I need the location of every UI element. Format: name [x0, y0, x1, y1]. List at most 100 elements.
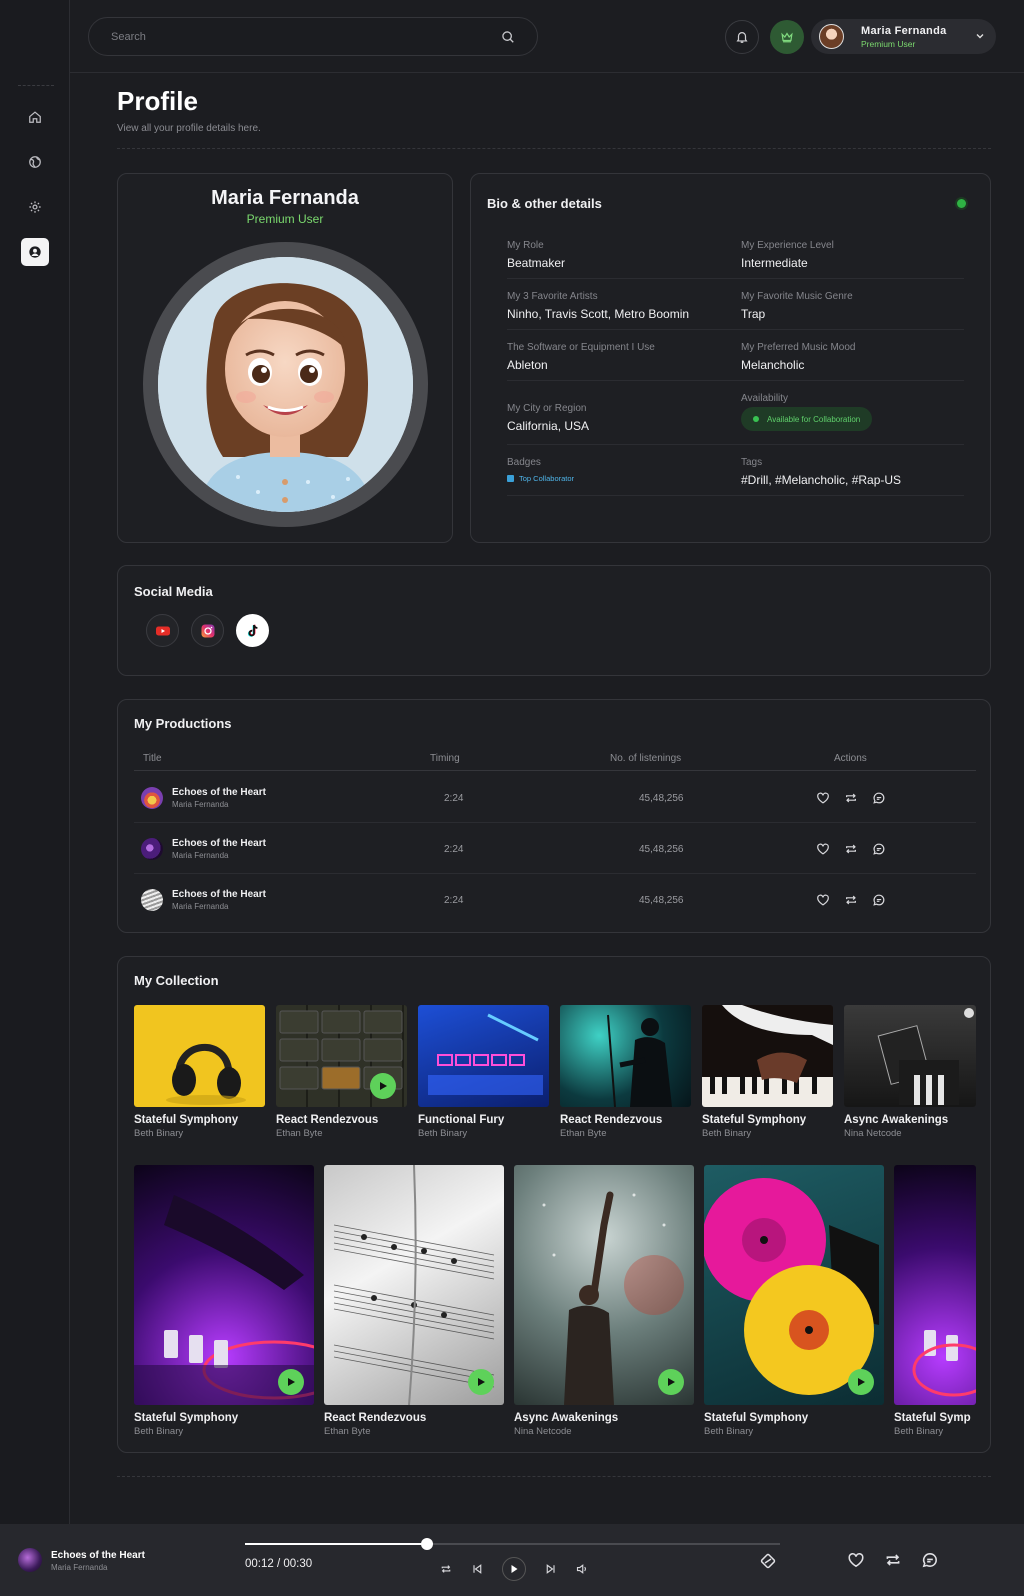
instagram-button[interactable]	[191, 614, 224, 647]
table-row[interactable]: Echoes of the Heart Maria Fernanda 2:24 …	[134, 823, 976, 874]
page-subtitle: View all your profile details here.	[117, 123, 261, 134]
volume-icon[interactable]	[576, 1563, 588, 1575]
track-title[interactable]: Echoes of the Heart	[172, 838, 266, 849]
play-button[interactable]	[370, 1073, 396, 1099]
tile-title: Functional Fury	[418, 1114, 505, 1126]
repeat-icon[interactable]	[884, 1551, 902, 1569]
youtube-button[interactable]	[146, 614, 179, 647]
sidebar	[0, 0, 70, 1524]
play-icon	[511, 1565, 518, 1573]
status-dot	[957, 199, 966, 208]
table-row[interactable]: Echoes of the Heart Maria Fernanda 2:24 …	[134, 874, 976, 925]
youtube-icon	[155, 626, 170, 635]
sidebar-item-home[interactable]	[21, 103, 49, 131]
bio-value: Trap	[741, 307, 766, 321]
search-input[interactable]	[111, 18, 491, 55]
play-icon	[858, 1378, 865, 1386]
bio-genre: My Favorite Music Genre Trap	[741, 291, 853, 321]
comment-icon[interactable]	[921, 1551, 939, 1569]
avatar-illustration	[158, 257, 413, 512]
collection-tile[interactable]: Stateful Symphony Beth Binary	[702, 1005, 833, 1141]
bio-label: My Experience Level	[741, 240, 834, 251]
bio-value: Ableton	[507, 358, 548, 372]
section-title: Social Media	[134, 584, 213, 599]
play-icon	[478, 1378, 485, 1386]
repeat-icon[interactable]	[844, 842, 858, 856]
headphones-image	[166, 1044, 246, 1105]
track-title[interactable]: Echoes of the Heart	[172, 787, 266, 798]
tiktok-icon	[247, 624, 258, 637]
tile-artist: Beth Binary	[704, 1426, 754, 1437]
bio-value: #Drill, #Melancholic, #Rap-US	[741, 473, 902, 487]
comment-icon[interactable]	[872, 791, 886, 805]
play-button[interactable]	[848, 1369, 874, 1395]
dj-mixer-image	[912, 1330, 976, 1397]
collection-tile[interactable]: Stateful Symp Beth Binary	[894, 1165, 976, 1438]
track-thumbnail	[141, 889, 163, 911]
progress-handle[interactable]	[421, 1538, 433, 1550]
playback-time: 00:12 / 00:30	[245, 1558, 313, 1570]
tile-title: Async Awakenings	[514, 1412, 619, 1424]
collection-tile[interactable]: Async Awakenings Nina Netcode	[514, 1165, 694, 1438]
play-pause-button[interactable]	[502, 1557, 526, 1581]
play-button[interactable]	[658, 1369, 684, 1395]
bio-label: Badges	[507, 457, 541, 468]
collection-tile[interactable]: Stateful Symphony Beth Binary	[134, 1005, 265, 1141]
next-icon[interactable]	[545, 1563, 557, 1575]
track-listenings: 45,48,256	[639, 844, 684, 855]
heart-icon[interactable]	[816, 791, 830, 805]
premium-button[interactable]	[770, 20, 804, 54]
search-icon[interactable]	[501, 30, 515, 44]
shuffle-icon[interactable]	[760, 1553, 776, 1569]
collection-tile[interactable]: Stateful Symphony Beth Binary	[134, 1165, 314, 1438]
bio-artists: My 3 Favorite Artists Ninho, Travis Scot…	[507, 291, 689, 321]
play-button[interactable]	[468, 1369, 494, 1395]
track-timing: 2:24	[444, 895, 464, 906]
heart-icon[interactable]	[847, 1551, 865, 1569]
comment-icon[interactable]	[872, 842, 886, 856]
tile-artist: Beth Binary	[894, 1426, 944, 1437]
user-menu[interactable]: Maria Fernanda Premium User	[811, 19, 996, 54]
heart-icon[interactable]	[816, 842, 830, 856]
collection-tile[interactable]: React Rendezvous Ethan Byte	[324, 1165, 504, 1438]
bell-icon	[736, 32, 748, 43]
repeat-icon[interactable]	[440, 1563, 452, 1575]
bio-city: My City or Region California, USA	[507, 403, 589, 433]
search-bar[interactable]	[88, 17, 538, 56]
collection-tile[interactable]: React Rendezvous Ethan Byte	[276, 1005, 407, 1141]
tiktok-button[interactable]	[236, 614, 269, 647]
vinyl-records-image	[877, 1008, 974, 1105]
bio-row: My 3 Favorite Artists Ninho, Travis Scot…	[507, 287, 964, 330]
column-header: Actions	[834, 753, 867, 764]
bio-value: Beatmaker	[507, 256, 566, 270]
heart-icon[interactable]	[816, 893, 830, 907]
table-row[interactable]: Echoes of the Heart Maria Fernanda 2:24 …	[134, 772, 976, 823]
repeat-icon[interactable]	[844, 893, 858, 907]
track-title[interactable]: Echoes of the Heart	[172, 889, 266, 900]
track-artist: Maria Fernanda	[172, 800, 229, 809]
section-title: My Productions	[134, 716, 232, 731]
divider	[117, 148, 991, 149]
previous-icon[interactable]	[471, 1563, 483, 1575]
sidebar-item-profile[interactable]	[21, 238, 49, 266]
comment-icon[interactable]	[872, 893, 886, 907]
progress-bar[interactable]	[245, 1538, 780, 1550]
singer-silhouette-image	[607, 1014, 672, 1107]
badge-top-collaborator: Top Collaborator	[507, 474, 574, 483]
tile-artist: Nina Netcode	[844, 1128, 902, 1139]
column-header: Timing	[430, 753, 460, 764]
collection-tile[interactable]: React Rendezvous Ethan Byte	[560, 1005, 691, 1141]
sidebar-item-explore[interactable]	[21, 148, 49, 176]
collection-tile[interactable]: Functional Fury Beth Binary	[418, 1005, 549, 1141]
play-button[interactable]	[278, 1369, 304, 1395]
notifications-button[interactable]	[725, 20, 759, 54]
bio-row: My City or Region California, USA Availa…	[507, 389, 964, 445]
music-player: Echoes of the Heart Maria Fernanda 00:12…	[0, 1524, 1024, 1596]
repeat-icon[interactable]	[844, 791, 858, 805]
chevron-down-icon[interactable]	[974, 30, 986, 42]
tile-title: Stateful Symphony	[704, 1412, 809, 1424]
bio-label: Tags	[741, 457, 763, 468]
sidebar-item-settings[interactable]	[21, 193, 49, 221]
collection-tile[interactable]: Stateful Symphony Beth Binary	[704, 1165, 884, 1438]
collection-tile[interactable]: Async Awakenings Nina Netcode	[844, 1005, 976, 1141]
